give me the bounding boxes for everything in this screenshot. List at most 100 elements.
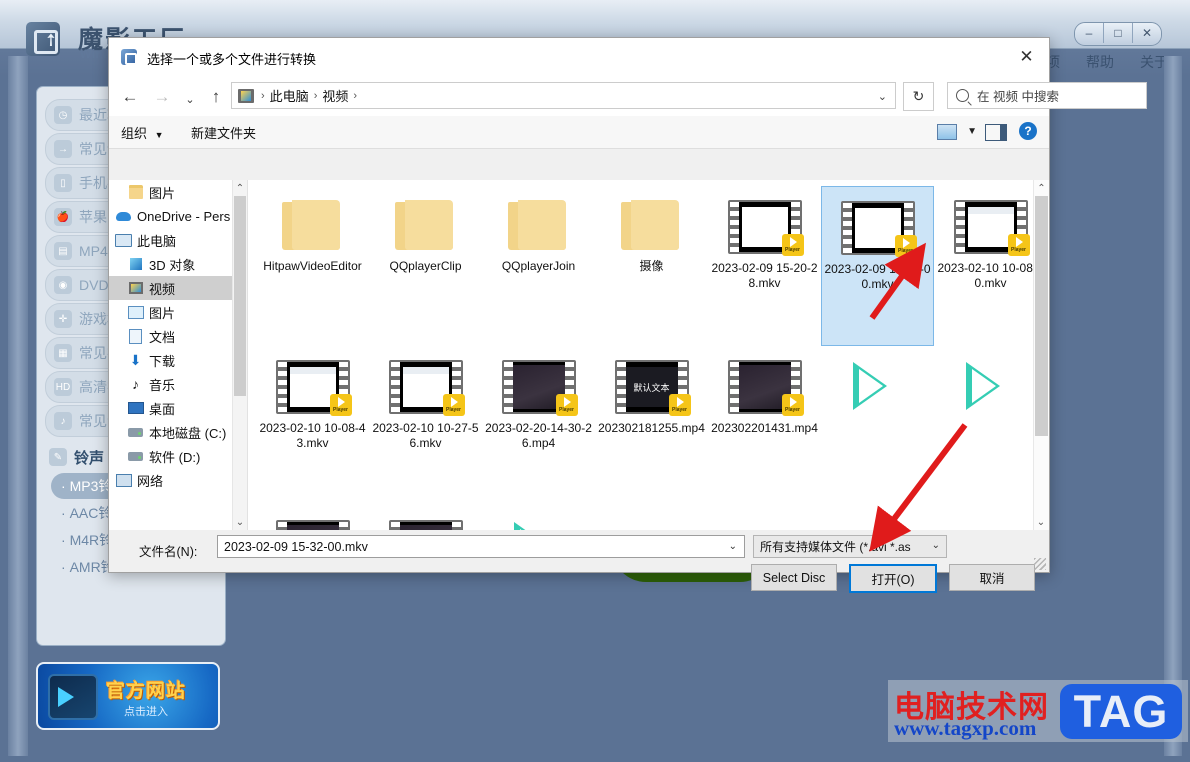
resize-grip[interactable] bbox=[1034, 558, 1046, 570]
minimize-button[interactable]: – bbox=[1075, 23, 1104, 43]
chevron-down-icon[interactable]: ⌄ bbox=[878, 90, 887, 103]
file-item-folder[interactable]: HitpawVideoEditor bbox=[256, 186, 369, 346]
organize-label: 组织 bbox=[121, 126, 148, 141]
file-item-play[interactable] bbox=[821, 346, 934, 506]
pc-icon bbox=[115, 232, 132, 248]
recent-locations-button[interactable]: ⌄ bbox=[179, 88, 201, 110]
tree-item-3d-objects[interactable]: 3D 对象 bbox=[109, 252, 247, 276]
tree-item-downloads[interactable]: ⬇ 下载 bbox=[109, 348, 247, 372]
filename-label: 文件名(N): bbox=[139, 545, 198, 559]
search-icon bbox=[956, 89, 969, 102]
dialog-app-icon bbox=[121, 49, 137, 65]
tree-item-music[interactable]: ♪ 音乐 bbox=[109, 372, 247, 396]
tree-item-onedrive[interactable]: OneDrive - Pers bbox=[109, 204, 247, 228]
tree-item-documents[interactable]: 文档 bbox=[109, 324, 247, 348]
cancel-button[interactable]: 取消 bbox=[949, 564, 1035, 591]
video-thumbnail-icon: 默认文本 Player bbox=[614, 360, 691, 416]
sidebar-group-label: 铃声 bbox=[74, 449, 105, 467]
forward-button[interactable]: → bbox=[151, 86, 173, 108]
file-item-play[interactable] bbox=[482, 506, 595, 530]
bullet-icon: · bbox=[61, 505, 70, 521]
folder-icon bbox=[394, 200, 457, 252]
file-item-video[interactable] bbox=[369, 506, 482, 530]
file-item-video[interactable]: Player 2023-02-20-14-30-26.mp4 bbox=[482, 346, 595, 506]
watermark-url: www.tagxp.com bbox=[894, 716, 1037, 740]
select-disc-button[interactable]: Select Disc bbox=[751, 564, 837, 591]
tree-item-videos[interactable]: 视频 bbox=[109, 276, 247, 300]
file-item-video[interactable] bbox=[256, 506, 369, 530]
file-name: HitpawVideoEditor bbox=[263, 259, 362, 273]
search-input[interactable]: 在 视频 中搜索 bbox=[947, 82, 1147, 109]
file-name: 2023-02-10 10-08-30.mkv bbox=[937, 261, 1044, 290]
file-name: QQplayerJoin bbox=[501, 259, 576, 273]
arrow-right-icon: → bbox=[54, 140, 72, 158]
official-website-button[interactable]: 官方网站 点击进入 bbox=[36, 662, 220, 730]
dialog-close-button[interactable]: ✕ bbox=[1004, 38, 1049, 76]
cube-icon bbox=[127, 256, 144, 272]
file-item-video-selected[interactable]: Player 2023-02-09 15-32-00.mkv bbox=[821, 186, 934, 346]
back-button[interactable]: ← bbox=[119, 86, 141, 108]
file-item-video[interactable]: Player 202302201431.mp4 bbox=[708, 346, 821, 506]
document-icon bbox=[127, 328, 144, 344]
organize-button[interactable]: 组织 ▼ bbox=[121, 123, 164, 142]
player-badge-icon: Player bbox=[781, 234, 804, 256]
breadcrumb[interactable]: › 此电脑 › 视频 › ⌄ bbox=[231, 82, 896, 109]
breadcrumb-this-pc[interactable]: 此电脑 bbox=[270, 86, 309, 105]
file-item-play[interactable] bbox=[934, 346, 1047, 506]
tree-item-local-disk-c[interactable]: 本地磁盘 (C:) bbox=[109, 420, 247, 444]
scrollbar-thumb[interactable] bbox=[1035, 196, 1048, 436]
filename-input[interactable]: 2023-02-09 15-32-00.mkv ⌄ bbox=[217, 535, 745, 558]
chevron-down-icon[interactable]: ▼ bbox=[967, 126, 977, 137]
disc-icon: ◉ bbox=[54, 276, 72, 294]
file-item-video[interactable]: Player 2023-02-10 10-08-30.mkv bbox=[934, 186, 1047, 346]
maximize-button[interactable]: □ bbox=[1104, 23, 1133, 43]
file-name: 2023-02-10 10-08-43.mkv bbox=[259, 421, 366, 450]
filetype-dropdown[interactable]: 所有支持媒体文件 (*.avi *.as ⌄ bbox=[753, 535, 947, 558]
file-list-scrollbar[interactable]: ⌃ ⌄ bbox=[1033, 180, 1049, 530]
website-banner-icon bbox=[48, 674, 98, 720]
file-item-folder[interactable]: QQplayerClip bbox=[369, 186, 482, 346]
refresh-button[interactable]: ↻ bbox=[903, 82, 934, 111]
player-badge-icon: Player bbox=[668, 394, 691, 416]
tree-item-pictures-quick[interactable]: 图片 bbox=[109, 180, 247, 204]
scroll-up-icon[interactable]: ⌃ bbox=[233, 180, 247, 196]
up-button[interactable]: ↑ bbox=[205, 86, 227, 108]
scroll-up-icon[interactable]: ⌃ bbox=[1034, 180, 1049, 196]
scroll-down-icon[interactable]: ⌄ bbox=[233, 514, 247, 530]
view-mode-icon[interactable] bbox=[937, 124, 957, 140]
menu-item-help[interactable]: 帮助 bbox=[1086, 52, 1114, 72]
file-item-folder[interactable]: QQplayerJoin bbox=[482, 186, 595, 346]
tree-item-this-pc[interactable]: 此电脑 bbox=[109, 228, 247, 252]
file-item-folder[interactable]: 摄像 bbox=[595, 186, 708, 346]
file-item-video[interactable]: Player 2023-02-09 15-20-28.mkv bbox=[708, 186, 821, 346]
scroll-down-icon[interactable]: ⌄ bbox=[1034, 514, 1048, 530]
tree-item-network[interactable]: 网络 bbox=[109, 468, 247, 492]
file-item-video[interactable]: Player 2023-02-10 10-27-56.mkv bbox=[369, 346, 482, 506]
breadcrumb-videos[interactable]: 视频 bbox=[322, 86, 348, 105]
chevron-down-icon: ▼ bbox=[154, 130, 164, 140]
navigation-tree-pane: 图片 OneDrive - Pers 此电脑 3D 对象 视频 图片 文档 ⬇ bbox=[109, 180, 248, 530]
help-icon[interactable]: ? bbox=[1019, 122, 1037, 140]
close-button[interactable]: ✕ bbox=[1133, 23, 1161, 43]
video-thumbnail-icon bbox=[388, 520, 463, 530]
file-item-video[interactable]: Player 2023-02-10 10-08-43.mkv bbox=[256, 346, 369, 506]
filename-value: 2023-02-09 15-32-00.mkv bbox=[224, 539, 368, 554]
dialog-titlebar: 选择一个或多个文件进行转换 ✕ bbox=[109, 38, 1049, 76]
chevron-down-icon[interactable]: ⌄ bbox=[729, 541, 737, 552]
tree-item-label: OneDrive - Pers bbox=[137, 208, 231, 224]
open-button[interactable]: 打开(O) bbox=[849, 564, 937, 593]
file-item-video[interactable]: 默认文本 Player 202302181255.mp4 bbox=[595, 346, 708, 506]
new-folder-button[interactable]: 新建文件夹 bbox=[191, 123, 256, 142]
tree-item-desktop[interactable]: 桌面 bbox=[109, 396, 247, 420]
tree-item-label: 桌面 bbox=[149, 401, 176, 417]
scrollbar-thumb[interactable] bbox=[234, 196, 246, 396]
folder-icon bbox=[281, 200, 344, 252]
preview-pane-icon[interactable] bbox=[985, 124, 1007, 141]
player-badge-icon: Player bbox=[1007, 234, 1030, 256]
tree-scrollbar[interactable]: ⌃ ⌄ bbox=[232, 180, 247, 530]
tree-item-pictures[interactable]: 图片 bbox=[109, 300, 247, 324]
player-badge-icon: Player bbox=[894, 235, 917, 257]
tree-item-software-disk-d[interactable]: 软件 (D:) bbox=[109, 444, 247, 468]
bullet-icon: · bbox=[61, 478, 70, 494]
player-badge-icon: Player bbox=[329, 394, 352, 416]
